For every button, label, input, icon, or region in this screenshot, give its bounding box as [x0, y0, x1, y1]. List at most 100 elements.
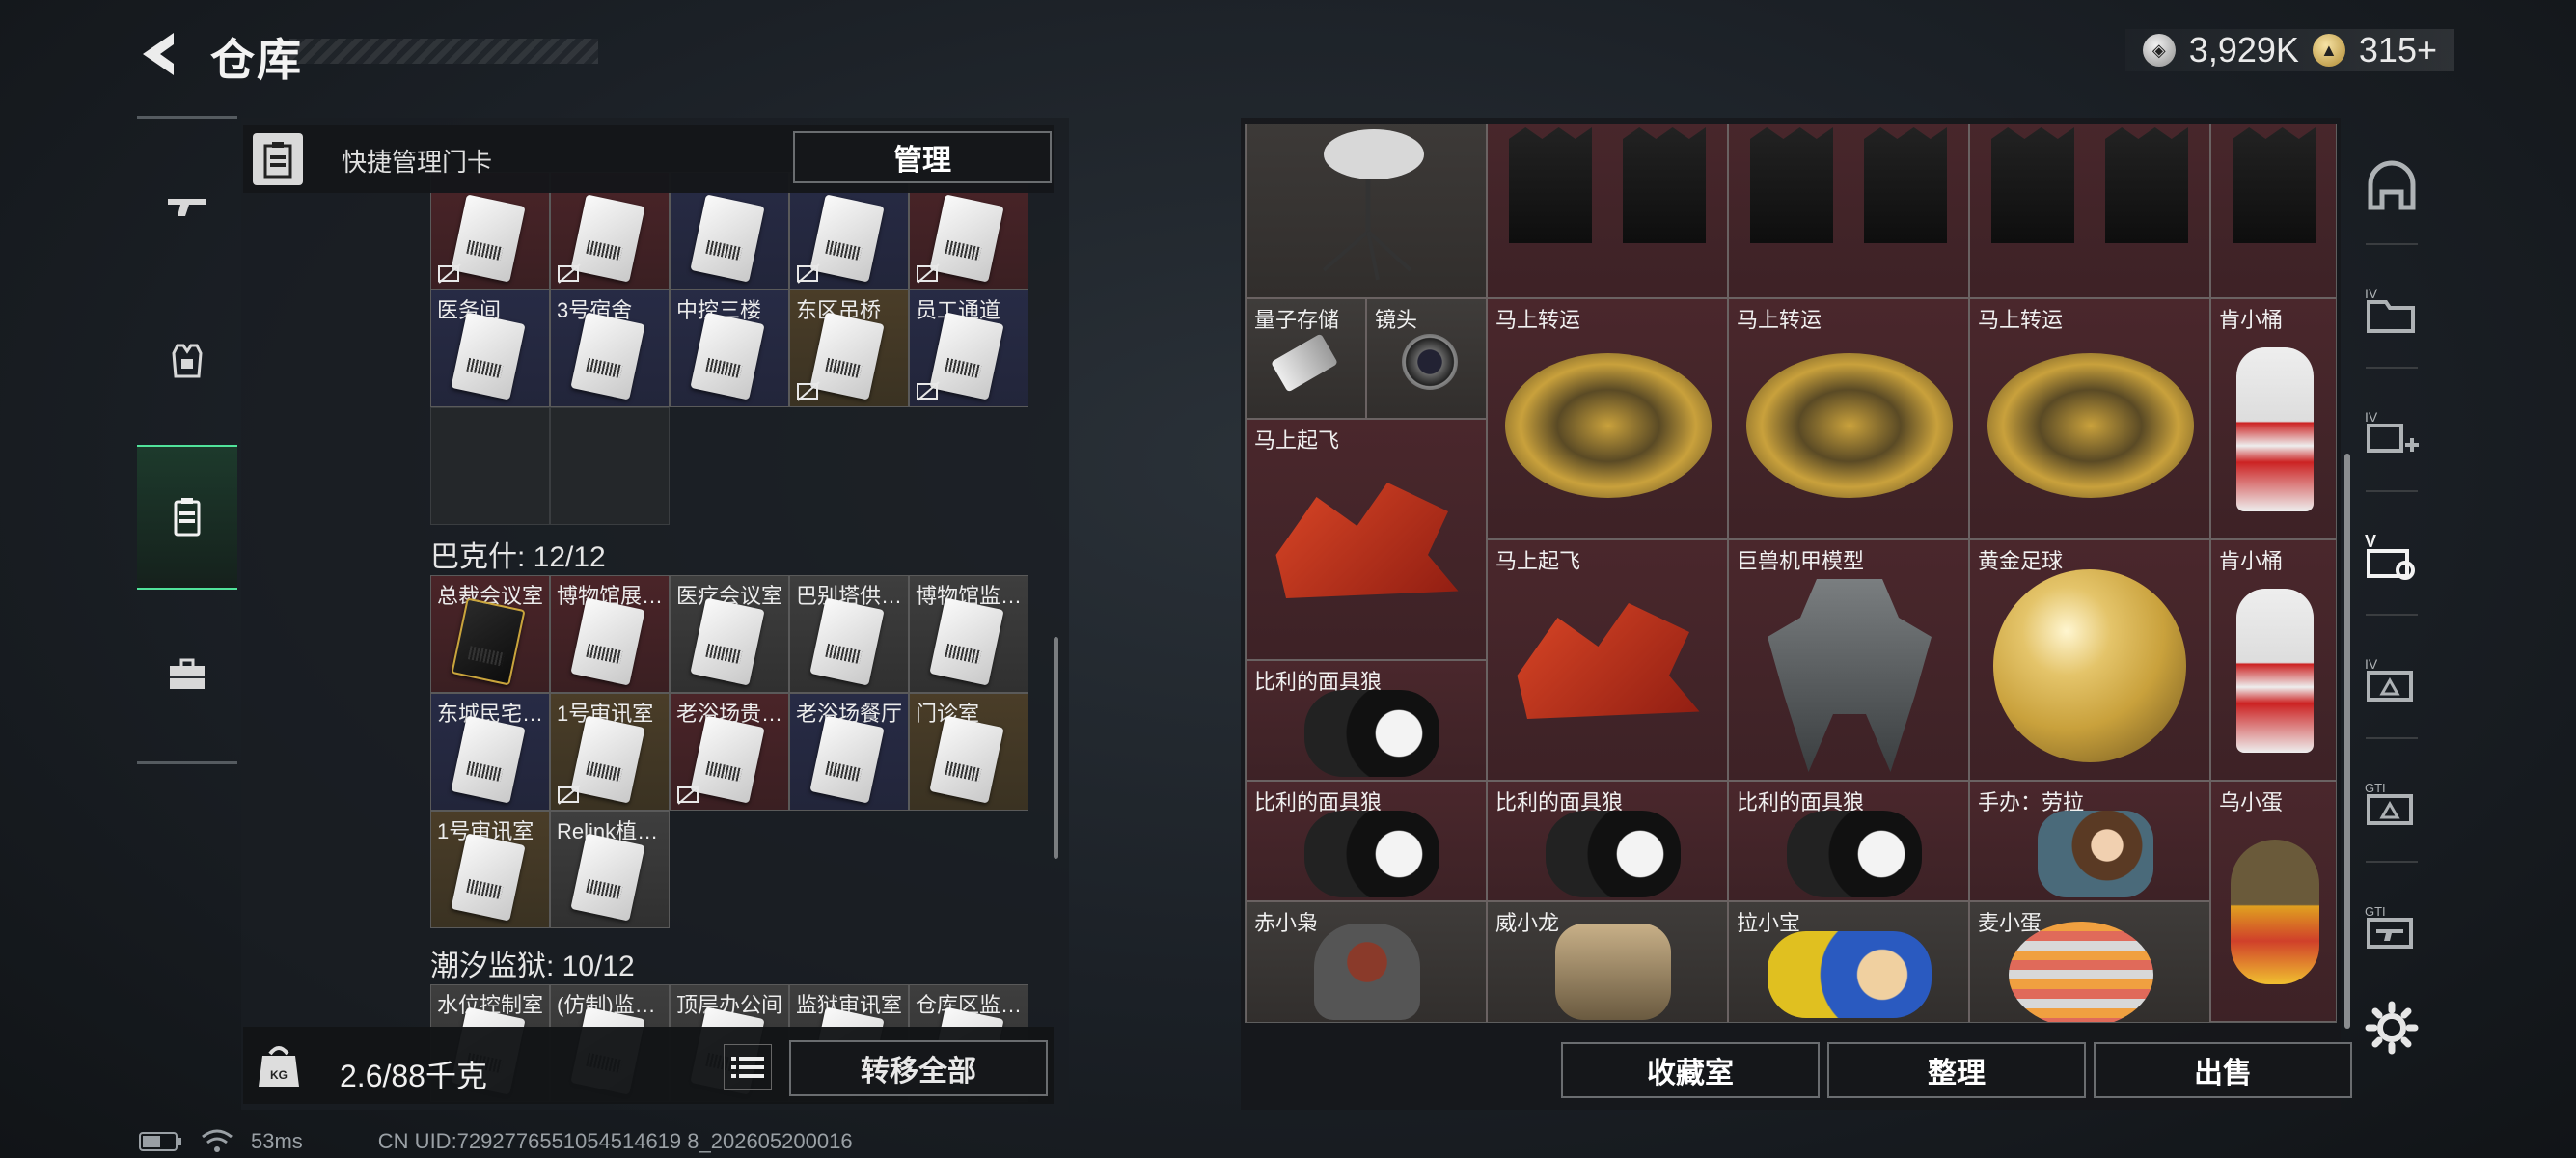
v-key-icon: V: [2365, 532, 2415, 580]
keycard-slot[interactable]: Relink植…: [550, 811, 670, 928]
storage-item-la-bao[interactable]: 拉小宝: [1728, 901, 1969, 1022]
keycard-slot[interactable]: 医疗会议室: [670, 575, 789, 693]
keycard-manage-icon: [253, 133, 303, 185]
keycard-slot[interactable]: 中控三楼: [670, 290, 789, 407]
storage-item-lucky-horse-2[interactable]: 马上转运: [1728, 298, 1969, 539]
item-label: 拉小宝: [1737, 911, 1801, 935]
storage-item-billy-4[interactable]: 比利的面具狼: [1728, 781, 1969, 901]
collection-room-button[interactable]: 收藏室: [1561, 1042, 1820, 1098]
item-label: 肯小桶: [2219, 308, 2284, 332]
keycard-slot[interactable]: 博物馆监…: [909, 575, 1028, 693]
nav-folder-iv[interactable]: IV: [2358, 278, 2425, 345]
keycard-slot[interactable]: 博物馆展…: [550, 575, 670, 693]
sell-button[interactable]: 出售: [2094, 1042, 2352, 1098]
nav-toolbox[interactable]: [137, 601, 237, 746]
transfer-all-button[interactable]: 转移全部: [789, 1040, 1048, 1096]
no-trade-icon: [917, 263, 940, 284]
storage-item-billy-3[interactable]: 比利的面具狼: [1487, 781, 1728, 901]
keycard-slot[interactable]: 1号审讯室: [430, 811, 550, 928]
right-storage-nav: IV IV V IV GTI GTI: [2358, 135, 2425, 1062]
storage-item-coffee-pack-4[interactable]: [2210, 124, 2336, 298]
storage-scrollbar[interactable]: [2344, 454, 2350, 1029]
no-trade-icon: [797, 381, 820, 401]
back-arrow-icon: [143, 33, 174, 75]
item-label: 镜头: [1375, 308, 1418, 332]
red-horse-statue-icon: [1517, 603, 1700, 719]
organize-button[interactable]: 整理: [1827, 1042, 2086, 1098]
list-view-button[interactable]: [724, 1044, 772, 1090]
list-icon: [731, 1057, 764, 1078]
storage-item-lens[interactable]: 镜头: [1366, 298, 1487, 419]
manage-button[interactable]: 管理: [793, 131, 1052, 183]
keycard-slot[interactable]: [430, 407, 550, 525]
nav-armor[interactable]: [137, 289, 237, 433]
storage-item-kfc-2[interactable]: 肯小桶: [2210, 539, 2336, 781]
storage-item-billy-1[interactable]: 比利的面具狼: [1246, 660, 1487, 781]
storage-item-wu-egg[interactable]: 乌小蛋: [2210, 781, 2336, 1022]
nav-keycards[interactable]: [137, 445, 237, 590]
svg-text:IV: IV: [2365, 286, 2378, 301]
storage-item-lucky-horse-1[interactable]: 马上转运: [1487, 298, 1728, 539]
nav-add-iv[interactable]: IV: [2358, 401, 2425, 469]
nav-gti-gun[interactable]: GTI: [2358, 896, 2425, 963]
storage-item-satellite-dish[interactable]: [1246, 124, 1487, 298]
keycard-slot[interactable]: 1号审讯室: [550, 693, 670, 811]
mech-robot-icon: [1768, 579, 1932, 772]
keycard-slot[interactable]: 巴别塔供…: [789, 575, 909, 693]
storage-item-figure-laura[interactable]: 手办：劳拉: [1969, 781, 2210, 901]
storage-item-billy-2[interactable]: 比利的面具狼: [1246, 781, 1487, 901]
storage-item-chi-xiao[interactable]: 赤小枭: [1246, 901, 1487, 1022]
settings-button[interactable]: [2358, 994, 2425, 1062]
battery-icon: [139, 1132, 181, 1151]
keycard-icon: [929, 597, 1004, 686]
keycard-slot[interactable]: 总裁会议室: [430, 575, 550, 693]
keycard-slot[interactable]: 东区吊桥: [789, 290, 909, 407]
storage-item-horse-fly-2[interactable]: 马上起飞: [1487, 539, 1728, 781]
keycard-slot[interactable]: 老浴场贵…: [670, 693, 789, 811]
storage-item-gold-ball[interactable]: 黄金足球: [1969, 539, 2210, 781]
storage-item-mai-dan[interactable]: 麦小蛋: [1969, 901, 2210, 1022]
red-horse-statue-icon: [1275, 482, 1459, 598]
nav-iv-sort[interactable]: IV: [2358, 648, 2425, 716]
coffee-pack-icon: [2105, 127, 2188, 243]
back-button[interactable]: [135, 27, 193, 81]
billy-puppet-icon: [1304, 811, 1439, 897]
keycard-slot[interactable]: 医务间: [430, 290, 550, 407]
storage-item-quantum-storage[interactable]: 量子存储: [1246, 298, 1366, 419]
no-trade-icon: [558, 785, 581, 805]
storage-item-horse-fly-1[interactable]: 马上起飞: [1246, 419, 1487, 660]
keycard-slot[interactable]: 东城民宅…: [430, 693, 550, 811]
coffee-pack-icon: [1750, 127, 1833, 243]
nav-gti-sort[interactable]: GTI: [2358, 772, 2425, 840]
shelter-icon: [2368, 160, 2416, 210]
storage-item-coffee-pack-1[interactable]: [1487, 124, 1728, 298]
nav-v-key[interactable]: V: [2358, 525, 2425, 593]
section-title-chaoxi: 潮汐监狱: 10/12: [430, 951, 635, 982]
billy-puppet-icon: [1787, 811, 1922, 897]
nav-weapons[interactable]: [137, 134, 237, 279]
keycard-icon: [929, 715, 1004, 804]
item-label: 麦小蛋: [1978, 911, 2042, 935]
storage-item-coffee-pack-3[interactable]: [1969, 124, 2210, 298]
gold-coin-horse-icon: [1987, 353, 2194, 498]
usb-drive-icon: [1271, 333, 1338, 393]
billy-puppet-icon: [1304, 690, 1439, 777]
keycard-scrollbar[interactable]: [1054, 637, 1058, 859]
no-trade-icon: [917, 381, 940, 401]
storage-item-coffee-pack-2[interactable]: [1728, 124, 1969, 298]
nav-shelter[interactable]: [2358, 154, 2425, 222]
storage-item-lucky-horse-3[interactable]: 马上转运: [1969, 298, 2210, 539]
keycard-slot[interactable]: [550, 407, 670, 525]
coffee-pack-icon: [1991, 127, 2074, 243]
storage-item-mech-model[interactable]: 巨兽机甲模型: [1728, 539, 1969, 781]
keycard-slot[interactable]: 老浴场餐厅: [789, 693, 909, 811]
left-category-nav: [137, 116, 237, 764]
keycard-slot[interactable]: 门诊室: [909, 693, 1028, 811]
keycard-slot[interactable]: 员工通道: [909, 290, 1028, 407]
keycard-slot[interactable]: 3号宿舍: [550, 290, 670, 407]
keycard-icon: [690, 597, 765, 686]
gear-icon: [2365, 1001, 2419, 1055]
storage-item-wei-long[interactable]: 威小龙: [1487, 901, 1728, 1022]
lying-figure-icon: [1768, 931, 1932, 1018]
storage-item-kfc-1[interactable]: 肯小桶: [2210, 298, 2336, 539]
